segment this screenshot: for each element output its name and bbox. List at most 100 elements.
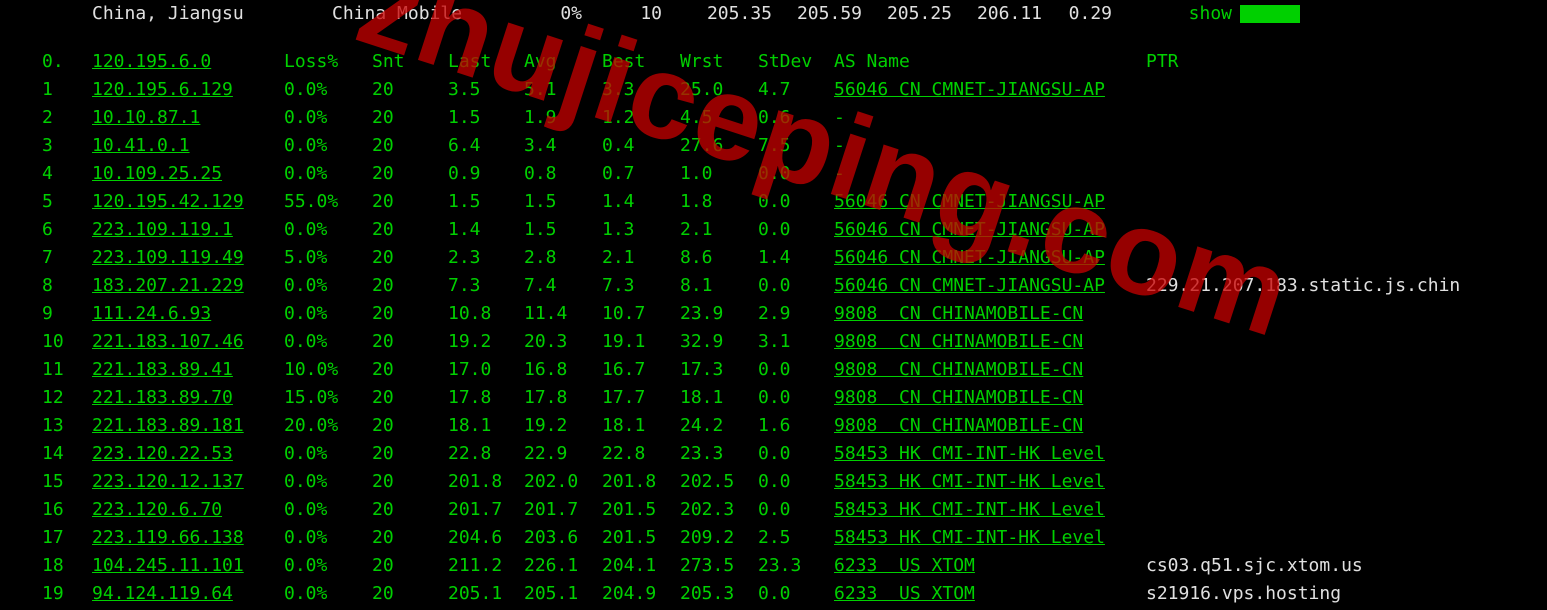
hop-loss: 5.0%: [284, 244, 372, 272]
hop-last: 22.8: [448, 440, 524, 468]
hop-as-link: -: [834, 104, 1146, 132]
hop-ptr: [1146, 468, 1547, 496]
hop-snt: 20: [372, 216, 448, 244]
hop-ptr: s21916.vps.hosting: [1146, 580, 1547, 608]
hop-wrst: 202.5: [680, 468, 758, 496]
hop-as-link[interactable]: 6233 US XTOM: [834, 580, 1146, 608]
hop-last: 17.0: [448, 356, 524, 384]
hop-host-link[interactable]: 120.195.42.129: [92, 188, 284, 216]
hop-ptr: [1146, 244, 1547, 272]
hop-host-link[interactable]: 10.41.0.1: [92, 132, 284, 160]
hop-loss: 0.0%: [284, 132, 372, 160]
hop-ptr: [1146, 524, 1547, 552]
hop-loss: 0.0%: [284, 468, 372, 496]
hop-snt: 20: [372, 104, 448, 132]
hop-last: 2.3: [448, 244, 524, 272]
hop-as-link[interactable]: 58453 HK CMI-INT-HK Level: [834, 496, 1146, 524]
hop-row: 16223.120.6.700.0%20201.7201.7201.5202.3…: [0, 496, 1547, 524]
hop-host-link[interactable]: 120.195.6.129: [92, 76, 284, 104]
hop-loss: 0.0%: [284, 328, 372, 356]
hop-as-link[interactable]: 56046 CN CMNET-JIANGSU-AP: [834, 188, 1146, 216]
hdr-wrst: Wrst: [680, 48, 758, 76]
hop-as-link[interactable]: 56046 CN CMNET-JIANGSU-AP: [834, 272, 1146, 300]
hop-idx: 6: [0, 216, 92, 244]
hop-stdev: 0.0: [758, 384, 834, 412]
hop-stdev: 0.6: [758, 104, 834, 132]
hop-as-link[interactable]: 6233 US XTOM: [834, 552, 1146, 580]
hdr-avg: Avg: [524, 48, 602, 76]
hop-as-link[interactable]: 56046 CN CMNET-JIANGSU-AP: [834, 244, 1146, 272]
hop-avg: 203.6: [524, 524, 602, 552]
hop-as-link[interactable]: 58453 HK CMI-INT-HK Level: [834, 524, 1146, 552]
hop-idx: 17: [0, 524, 92, 552]
hop-as-link[interactable]: 58453 HK CMI-INT-HK Level: [834, 468, 1146, 496]
hop-idx: 8: [0, 272, 92, 300]
hop-host-link[interactable]: 221.183.89.41: [92, 356, 284, 384]
hop-as-link[interactable]: 9808 CN CHINAMOBILE-CN: [834, 328, 1146, 356]
hop-loss: 0.0%: [284, 524, 372, 552]
hop-row: 10221.183.107.460.0%2019.220.319.132.93.…: [0, 328, 1547, 356]
hop-host-link[interactable]: 223.120.6.70: [92, 496, 284, 524]
hop-host-link[interactable]: 94.124.119.64: [92, 580, 284, 608]
hop-host-link[interactable]: 223.120.12.137: [92, 468, 284, 496]
hop-host-link[interactable]: 221.183.89.70: [92, 384, 284, 412]
hop-snt: 20: [372, 580, 448, 608]
hop-best: 1.2: [602, 104, 680, 132]
hop-last: 201.8: [448, 468, 524, 496]
hop-ptr: 229.21.207.183.static.js.chin: [1146, 272, 1547, 300]
hop-host-link[interactable]: 223.120.22.53: [92, 440, 284, 468]
summary-isp: China Mobile: [332, 0, 512, 28]
hop-host-link[interactable]: 104.245.11.101: [92, 552, 284, 580]
hop-snt: 20: [372, 384, 448, 412]
hop-loss: 10.0%: [284, 356, 372, 384]
hop-host-link[interactable]: 221.183.89.181: [92, 412, 284, 440]
hop-as-link[interactable]: 9808 CN CHINAMOBILE-CN: [834, 300, 1146, 328]
hop-host-link[interactable]: 111.24.6.93: [92, 300, 284, 328]
hop-loss: 0.0%: [284, 216, 372, 244]
hop-host-link[interactable]: 10.109.25.25: [92, 160, 284, 188]
hop-as-link[interactable]: 56046 CN CMNET-JIANGSU-AP: [834, 216, 1146, 244]
hop-stdev: 0.0: [758, 580, 834, 608]
hop-loss: 0.0%: [284, 496, 372, 524]
hop-row: 17223.119.66.1380.0%20204.6203.6201.5209…: [0, 524, 1547, 552]
hop-as-link[interactable]: 9808 CN CHINAMOBILE-CN: [834, 384, 1146, 412]
hdr-last: Last: [448, 48, 524, 76]
hop-as-link[interactable]: 58453 HK CMI-INT-HK Level: [834, 440, 1146, 468]
hop-ptr: cs03.q51.sjc.xtom.us: [1146, 552, 1547, 580]
hop-wrst: 1.0: [680, 160, 758, 188]
hdr-best: Best: [602, 48, 680, 76]
summary-row: China, Jiangsu China Mobile 0% 10 205.35…: [0, 0, 1547, 28]
hop-host-link[interactable]: 10.10.87.1: [92, 104, 284, 132]
hop-row: 210.10.87.10.0%201.51.91.24.50.6-: [0, 104, 1547, 132]
hop-host-link[interactable]: 183.207.21.229: [92, 272, 284, 300]
hop-last: 7.3: [448, 272, 524, 300]
hop-snt: 20: [372, 132, 448, 160]
hop-as-link[interactable]: 9808 CN CHINAMOBILE-CN: [834, 412, 1146, 440]
hop-best: 204.1: [602, 552, 680, 580]
hop-host-link[interactable]: 221.183.107.46: [92, 328, 284, 356]
hop-avg: 0.8: [524, 160, 602, 188]
hop-host-link[interactable]: 223.119.66.138: [92, 524, 284, 552]
hop-row: 11221.183.89.4110.0%2017.016.816.717.30.…: [0, 356, 1547, 384]
hop-row: 15223.120.12.1370.0%20201.8202.0201.8202…: [0, 468, 1547, 496]
hop-wrst: 2.1: [680, 216, 758, 244]
hop-snt: 20: [372, 188, 448, 216]
hop-loss: 0.0%: [284, 104, 372, 132]
hop-stdev: 7.5: [758, 132, 834, 160]
hop-best: 201.5: [602, 496, 680, 524]
hop-avg: 19.2: [524, 412, 602, 440]
hop-row: 18104.245.11.1010.0%20211.2226.1204.1273…: [0, 552, 1547, 580]
hop-best: 7.3: [602, 272, 680, 300]
hop-snt: 20: [372, 272, 448, 300]
hop-avg: 1.5: [524, 216, 602, 244]
hop-loss: 20.0%: [284, 412, 372, 440]
hop-host-link[interactable]: 223.109.119.1: [92, 216, 284, 244]
hop-host-link[interactable]: 223.109.119.49: [92, 244, 284, 272]
hop-wrst: 8.1: [680, 272, 758, 300]
show-link[interactable]: show: [1112, 0, 1232, 28]
hop-as-link[interactable]: 9808 CN CHINAMOBILE-CN: [834, 356, 1146, 384]
hop-as-link[interactable]: 56046 CN CMNET-JIANGSU-AP: [834, 76, 1146, 104]
hop-snt: 20: [372, 244, 448, 272]
hop-snt: 20: [372, 76, 448, 104]
hdr-host[interactable]: 120.195.6.0: [92, 48, 284, 76]
